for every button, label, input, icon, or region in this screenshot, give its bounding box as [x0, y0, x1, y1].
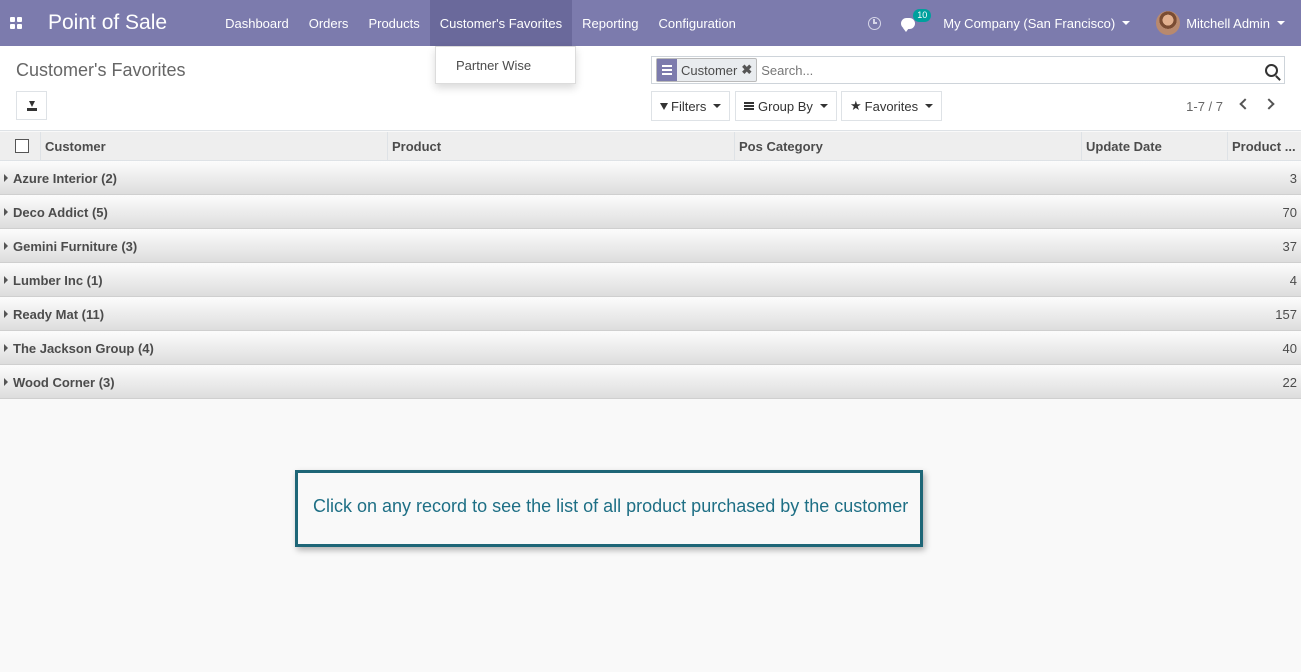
company-switcher[interactable]: My Company (San Francisco) — [943, 15, 1131, 31]
caret-down-icon — [819, 104, 828, 108]
app-title: Point of Sale — [48, 11, 168, 34]
apps-menu-button[interactable] — [0, 0, 32, 46]
search-bar: Customer ✖ — [651, 56, 1285, 84]
menu-item-configuration[interactable]: Configuration — [649, 0, 746, 46]
search-icon[interactable] — [1265, 64, 1278, 77]
group-by-button[interactable]: Group By — [735, 91, 837, 121]
caret-down-icon — [925, 104, 934, 108]
main-menu: Dashboard Orders Products Customer's Fav… — [215, 0, 746, 46]
caret-down-icon — [1277, 21, 1285, 25]
column-header-product-qty[interactable]: Product ... — [1227, 132, 1301, 161]
group-total: 37 — [1282, 239, 1297, 254]
group-label: Lumber Inc (1) — [13, 273, 103, 288]
table-header: Customer Product Pos Category Update Dat… — [0, 132, 1301, 161]
close-icon[interactable]: ✖ — [741, 62, 756, 78]
chevron-left-icon[interactable] — [1239, 98, 1251, 110]
group-row[interactable]: The Jackson Group (4) 40 — [0, 331, 1301, 365]
chevron-right-icon[interactable] — [1263, 98, 1275, 110]
filters-button[interactable]: Filters — [651, 91, 731, 121]
caret-right-icon — [4, 242, 8, 250]
customers-favorites-dropdown: Partner Wise — [435, 46, 576, 84]
user-name: Mitchell Admin — [1186, 15, 1270, 31]
annotation-text: Click on any record to see the list of a… — [313, 496, 909, 516]
filters-label: Filters — [671, 98, 707, 114]
group-label: Azure Interior (2) — [13, 171, 118, 186]
top-navbar: Point of Sale Dashboard Orders Products … — [0, 0, 1301, 46]
group-total: 4 — [1289, 273, 1297, 288]
group-total: 157 — [1275, 307, 1297, 322]
control-panel: Customer's Favorites Customer ✖ Filters … — [0, 46, 1301, 131]
company-name: My Company (San Francisco) — [943, 15, 1116, 31]
menu-item-dashboard[interactable]: Dashboard — [215, 0, 299, 46]
favorites-button[interactable]: ★ Favorites — [841, 91, 943, 121]
group-label: Ready Mat (11) — [13, 307, 105, 322]
bars-icon — [744, 102, 754, 110]
group-row[interactable]: Gemini Furniture (3) 37 — [0, 229, 1301, 263]
column-header-update-date[interactable]: Update Date — [1081, 132, 1228, 161]
group-label: Wood Corner (3) — [13, 375, 115, 390]
favorites-label: Favorites — [864, 98, 919, 114]
group-by-label: Group By — [758, 98, 813, 114]
group-row[interactable]: Azure Interior (2) 3 — [0, 161, 1301, 195]
list-view: Customer Product Pos Category Update Dat… — [0, 132, 1301, 399]
group-row[interactable]: Wood Corner (3) 22 — [0, 365, 1301, 399]
caret-right-icon — [4, 344, 8, 352]
avatar — [1156, 11, 1181, 35]
caret-down-icon — [713, 104, 722, 108]
message-count-badge: 10 — [913, 8, 932, 22]
caret-right-icon — [4, 276, 8, 284]
pager-value[interactable]: 1-7 / 7 — [1186, 99, 1223, 114]
caret-right-icon — [4, 174, 8, 182]
caret-right-icon — [4, 310, 8, 318]
group-label: Deco Addict (5) — [13, 205, 108, 220]
star-icon: ★ — [850, 98, 862, 113]
menu-item-products[interactable]: Products — [358, 0, 429, 46]
navbar-systray: 10 My Company (San Francisco) Mitchell A… — [868, 0, 1301, 46]
group-label: Gemini Furniture (3) — [13, 239, 138, 254]
clock-icon[interactable] — [868, 16, 882, 30]
select-all-checkbox[interactable] — [15, 139, 29, 153]
facet-label: Customer — [681, 62, 738, 78]
filter-icon — [660, 102, 668, 110]
user-menu[interactable]: Mitchell Admin — [1156, 11, 1285, 35]
dropdown-item-partner-wise[interactable]: Partner Wise — [436, 58, 531, 73]
search-facet: Customer ✖ — [656, 58, 758, 82]
column-header-pos-category[interactable]: Pos Category — [734, 132, 1082, 161]
grid-icon — [10, 17, 22, 29]
caret-right-icon — [4, 378, 8, 386]
messaging-button[interactable]: 10 — [901, 8, 932, 32]
menu-item-orders[interactable]: Orders — [299, 0, 359, 46]
column-header-customer[interactable]: Customer — [40, 132, 388, 161]
download-icon — [26, 100, 37, 111]
group-total: 3 — [1289, 171, 1297, 186]
annotation-callout: Click on any record to see the list of a… — [295, 470, 923, 547]
caret-right-icon — [4, 208, 8, 216]
group-total: 70 — [1282, 205, 1297, 220]
group-row[interactable]: Ready Mat (11) 157 — [0, 297, 1301, 331]
group-label: The Jackson Group (4) — [13, 341, 154, 356]
group-row[interactable]: Deco Addict (5) 70 — [0, 195, 1301, 229]
export-button[interactable] — [16, 91, 47, 120]
column-header-product[interactable]: Product — [387, 132, 735, 161]
page-title: Customer's Favorites — [16, 60, 186, 80]
menu-item-reporting[interactable]: Reporting — [572, 0, 648, 46]
group-row[interactable]: Lumber Inc (1) 4 — [0, 263, 1301, 297]
menu-item-customers-favorites[interactable]: Customer's Favorites — [429, 0, 573, 46]
caret-down-icon — [1122, 21, 1131, 25]
group-total: 40 — [1282, 341, 1297, 356]
group-by-icon — [657, 59, 677, 81]
search-input[interactable] — [761, 62, 1252, 78]
group-total: 22 — [1282, 375, 1297, 390]
